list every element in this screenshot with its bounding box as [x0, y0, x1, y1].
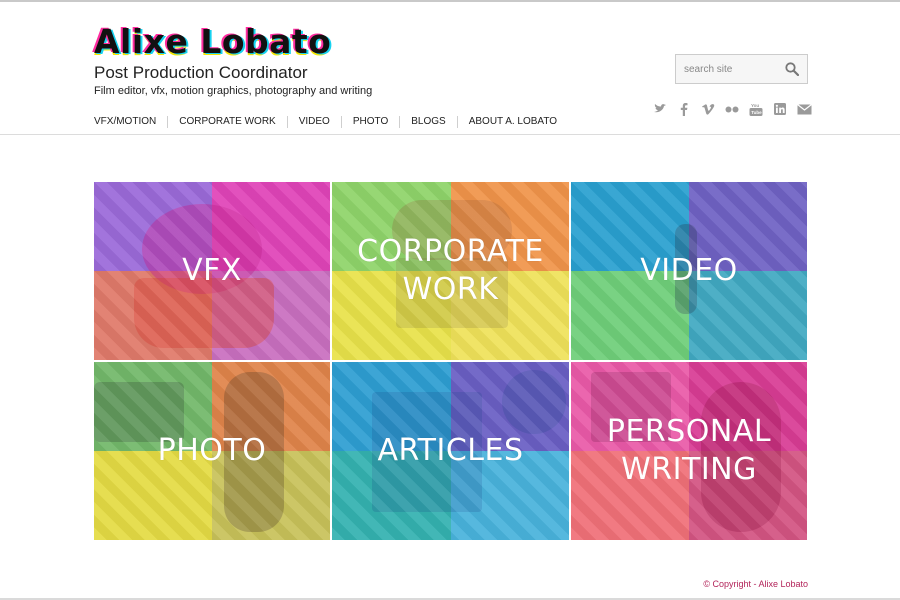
linkedin-icon[interactable]: [768, 102, 792, 116]
site-subline: Film editor, vfx, motion graphics, photo…: [94, 85, 373, 97]
tile-personal-writing[interactable]: PERSONAL WRITING: [571, 362, 807, 540]
search-input[interactable]: [676, 63, 780, 75]
tile-label-vfx: VFX: [182, 253, 242, 288]
tile-corporate-work[interactable]: CORPORATE WORK: [332, 182, 569, 360]
nav-item-vfx-motion[interactable]: VFX/MOTION: [94, 116, 167, 128]
nav-item-blogs[interactable]: BLOGS: [399, 116, 456, 128]
site-logo[interactable]: Alixe Lobato: [94, 22, 331, 61]
twitter-icon[interactable]: [648, 102, 672, 116]
social-links: You Tube: [648, 102, 816, 116]
nav-item-corporate-work[interactable]: CORPORATE WORK: [167, 116, 286, 128]
flickr-icon[interactable]: [720, 102, 744, 116]
search-box: [675, 54, 808, 84]
vimeo-icon[interactable]: [696, 102, 720, 116]
tile-label-video: VIDEO: [640, 253, 738, 288]
tile-label-photo: PHOTO: [157, 433, 267, 468]
tile-vfx[interactable]: VFX: [94, 182, 330, 360]
tile-label-corporate-work: CORPORATE WORK: [357, 234, 544, 307]
tile-photo[interactable]: PHOTO: [94, 362, 330, 540]
email-icon[interactable]: [792, 102, 816, 116]
svg-text:You: You: [751, 103, 759, 108]
portfolio-grid: VFX CORPORATE WORK VIDEO PHOTO ARTICLES: [94, 182, 807, 540]
search-icon[interactable]: [780, 55, 804, 83]
youtube-icon[interactable]: You Tube: [744, 102, 768, 116]
site-header: Alixe Lobato Post Production Coordinator…: [0, 2, 900, 135]
nav-item-video[interactable]: VIDEO: [286, 116, 341, 128]
tile-video[interactable]: VIDEO: [571, 182, 807, 360]
main-nav: VFX/MOTION CORPORATE WORK VIDEO PHOTO BL…: [94, 115, 568, 129]
nav-item-about[interactable]: ABOUT A. LOBATO: [456, 116, 568, 128]
nav-item-photo[interactable]: PHOTO: [340, 116, 399, 128]
site-tagline: Post Production Coordinator: [94, 63, 308, 82]
tile-articles[interactable]: ARTICLES: [332, 362, 569, 540]
tile-label-articles: ARTICLES: [377, 433, 524, 468]
facebook-icon[interactable]: [672, 102, 696, 116]
footer-copyright: © Copyright - Alixe Lobato: [703, 579, 808, 589]
tile-label-personal-writing: PERSONAL WRITING: [606, 414, 772, 487]
svg-text:Tube: Tube: [751, 110, 762, 115]
